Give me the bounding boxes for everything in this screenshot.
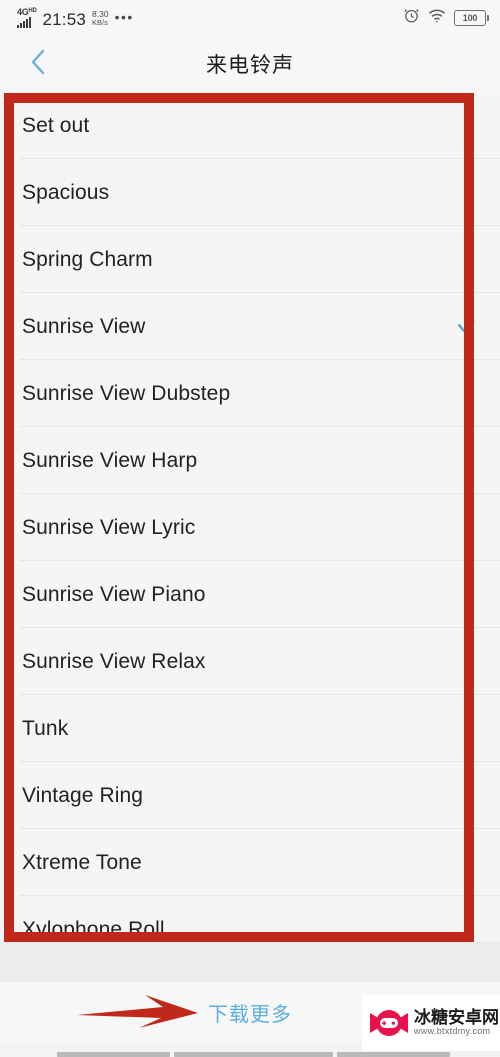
network-hd-label: HD [28,8,37,14]
ringtone-list-item[interactable]: Spring Charm [0,226,500,293]
site-watermark: 冰糖安卓网 www.btxtdmy.com [362,995,500,1051]
ringtone-list-item[interactable]: Xtreme Tone [0,829,500,896]
ringtone-list-item[interactable]: Set out [0,92,500,159]
ringtone-label: Set out [22,113,90,137]
ringtone-label: Sunrise View Dubstep [22,381,231,405]
watermark-site-name: 冰糖安卓网 [414,1008,499,1028]
nav-bar-segment-right[interactable] [337,1052,450,1057]
ringtone-label: Xtreme Tone [22,850,142,874]
ringtone-label: Sunrise View Harp [22,448,198,472]
ringtone-label: Sunrise View Relax [22,649,206,673]
ringtone-label: Spacious [22,180,110,204]
ringtone-list[interactable]: Set out Spacious Spring Charm Sunrise View S… [0,92,500,942]
wifi-icon [428,8,446,28]
status-bar-right: 100 [403,7,489,29]
alarm-clock-icon [403,7,420,29]
ringtone-label: Tunk [22,716,69,740]
ringtone-list-item[interactable]: Xylophone Roll [0,896,500,942]
watermark-site-url: www.btxtdmy.com [414,1026,491,1037]
app-header: 来电铃声 [0,36,500,92]
status-bar: 4G HD 21:53 8.30 KB/s ••• 100 [0,0,500,36]
nav-bar-segment-center[interactable] [174,1052,333,1057]
signal-bars-icon [17,17,31,28]
network-type-label: 4G [17,7,29,17]
ringtone-label: Sunrise View Piano [22,582,206,606]
data-rate-indicator: 8.30 KB/s [92,10,109,27]
candy-gamepad-logo-icon [370,1010,408,1036]
ringtone-list-item[interactable]: Sunrise View Lyric [0,494,500,561]
battery-level-label: 100 [462,13,478,23]
nav-bar-segment-left[interactable] [57,1052,170,1057]
watermark-text: 冰糖安卓网 www.btxtdmy.com [414,1009,499,1036]
page-title: 来电铃声 [206,54,294,77]
ringtone-list-item[interactable]: Sunrise View Dubstep [0,360,500,427]
status-overflow-icon: ••• [114,9,134,25]
status-bar-left: 4G HD 21:53 8.30 KB/s ••• [17,8,134,28]
ringtone-list-item[interactable]: Sunrise View Harp [0,427,500,494]
ringtone-label: Xylophone Roll [22,917,165,941]
ringtone-list-item[interactable]: Sunrise View Relax [0,628,500,695]
ringtone-list-item[interactable]: Spacious [0,159,500,226]
ringtone-label: Sunrise View [22,314,146,338]
status-bar-clock: 21:53 [42,10,87,29]
data-rate-unit: KB/s [92,18,108,28]
ringtone-list-item[interactable]: Tunk [0,695,500,762]
network-type-icon: 4G HD [17,7,37,28]
battery-icon: 100 [454,10,489,26]
footer-spacer [0,942,500,982]
ringtone-label: Sunrise View Lyric [22,515,196,539]
ringtone-list-item[interactable]: Sunrise View Piano [0,561,500,628]
check-mark-icon [454,315,478,339]
ringtone-list-item[interactable]: Sunrise View [0,293,500,360]
ringtone-label: Vintage Ring [22,783,144,807]
ringtone-list-item[interactable]: Vintage Ring [0,762,500,829]
ringtone-label: Spring Charm [22,247,153,271]
